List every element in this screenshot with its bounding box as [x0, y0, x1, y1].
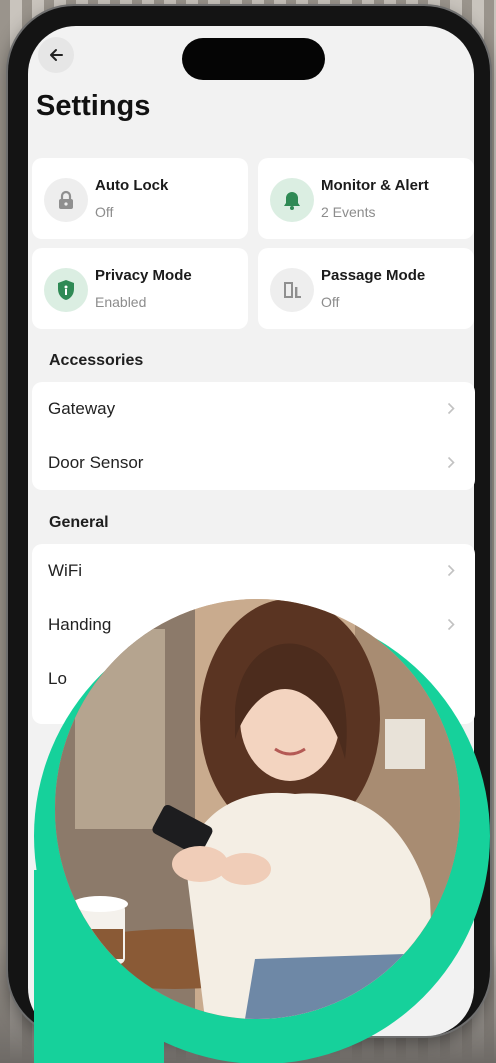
chevron-right-icon: [447, 402, 455, 415]
monitor-alert-value: 2 Events: [321, 204, 376, 220]
arrow-left-icon: [50, 49, 63, 61]
passage-mode-value: Off: [321, 294, 340, 310]
list-item-wifi[interactable]: WiFi: [32, 544, 475, 598]
chevron-right-icon: [447, 564, 455, 577]
page-title: Settings: [36, 90, 151, 122]
gateway-label: Gateway: [48, 399, 116, 418]
accessories-heading: Accessories: [49, 352, 144, 369]
lock-icon: [44, 178, 88, 222]
handing-label: Handing: [48, 615, 112, 634]
woman-with-phone-illustration: [55, 599, 460, 1019]
dynamic-island: [182, 38, 325, 80]
chevron-right-icon: [447, 618, 455, 631]
passage-mode-card[interactable]: Passage Mode Off: [258, 248, 474, 329]
door-sensor-label: Door Sensor: [48, 453, 144, 472]
wifi-label: WiFi: [48, 561, 82, 580]
passage-mode-label: Passage Mode: [321, 267, 426, 284]
lo-label: Lo: [48, 669, 67, 688]
general-heading: General: [49, 514, 109, 531]
bell-icon: [270, 178, 314, 222]
door-icon: [270, 268, 314, 312]
privacy-mode-value: Enabled: [95, 294, 147, 310]
auto-lock-card[interactable]: Auto Lock Off: [32, 158, 248, 239]
user-photo: [55, 599, 460, 1019]
monitor-alert-label: Monitor & Alert: [321, 177, 429, 194]
list-item-door-sensor[interactable]: Door Sensor: [32, 436, 475, 490]
auto-lock-value: Off: [95, 204, 114, 220]
accessories-list: Gateway Door Sensor: [32, 382, 475, 490]
shield-icon: [44, 268, 88, 312]
auto-lock-label: Auto Lock: [95, 177, 169, 194]
monitor-alert-card[interactable]: Monitor & Alert 2 Events: [258, 158, 474, 239]
privacy-mode-label: Privacy Mode: [95, 267, 192, 284]
chevron-right-icon: [447, 456, 455, 469]
list-item-gateway[interactable]: Gateway: [32, 382, 475, 436]
back-button[interactable]: [38, 37, 74, 73]
privacy-mode-card[interactable]: Privacy Mode Enabled: [32, 248, 248, 329]
